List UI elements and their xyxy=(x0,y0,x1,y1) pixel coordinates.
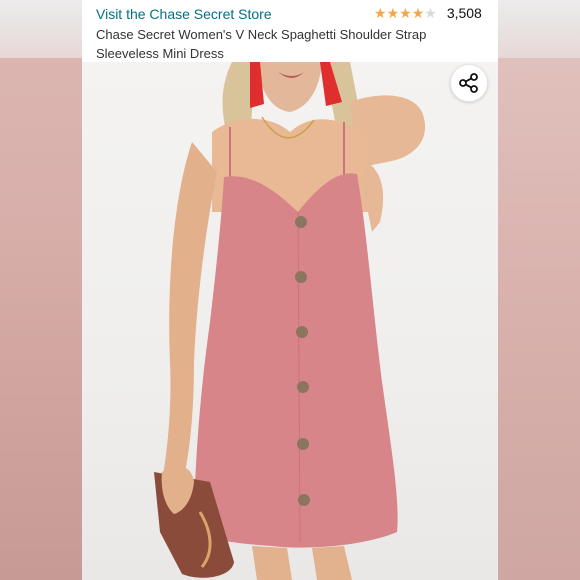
rating-count: 3,508 xyxy=(446,5,482,21)
share-button[interactable] xyxy=(450,64,488,102)
rating-summary[interactable]: ★ ★ ★ ★ ★ 3,508 xyxy=(374,5,482,21)
star-icon: ★ xyxy=(399,5,412,21)
product-card: Visit the Chase Secret Store ★ ★ ★ ★ ★ 3… xyxy=(82,0,498,580)
product-image[interactable] xyxy=(82,62,498,580)
store-link[interactable]: Visit the Chase Secret Store xyxy=(96,6,272,22)
product-title: Chase Secret Women's V Neck Spaghetti Sh… xyxy=(96,27,427,61)
star-icon: ★ xyxy=(374,5,387,21)
share-icon xyxy=(459,73,478,93)
star-icon: ★ xyxy=(411,5,425,21)
model-illustration xyxy=(154,62,426,580)
backdrop-right xyxy=(498,0,580,580)
product-header: Visit the Chase Secret Store ★ ★ ★ ★ ★ 3… xyxy=(82,0,498,62)
star-empty-icon: ★ xyxy=(424,5,437,21)
star-icon: ★ xyxy=(386,5,400,21)
star-rating: ★ ★ ★ ★ ★ xyxy=(374,5,437,21)
backdrop-left xyxy=(0,0,82,580)
